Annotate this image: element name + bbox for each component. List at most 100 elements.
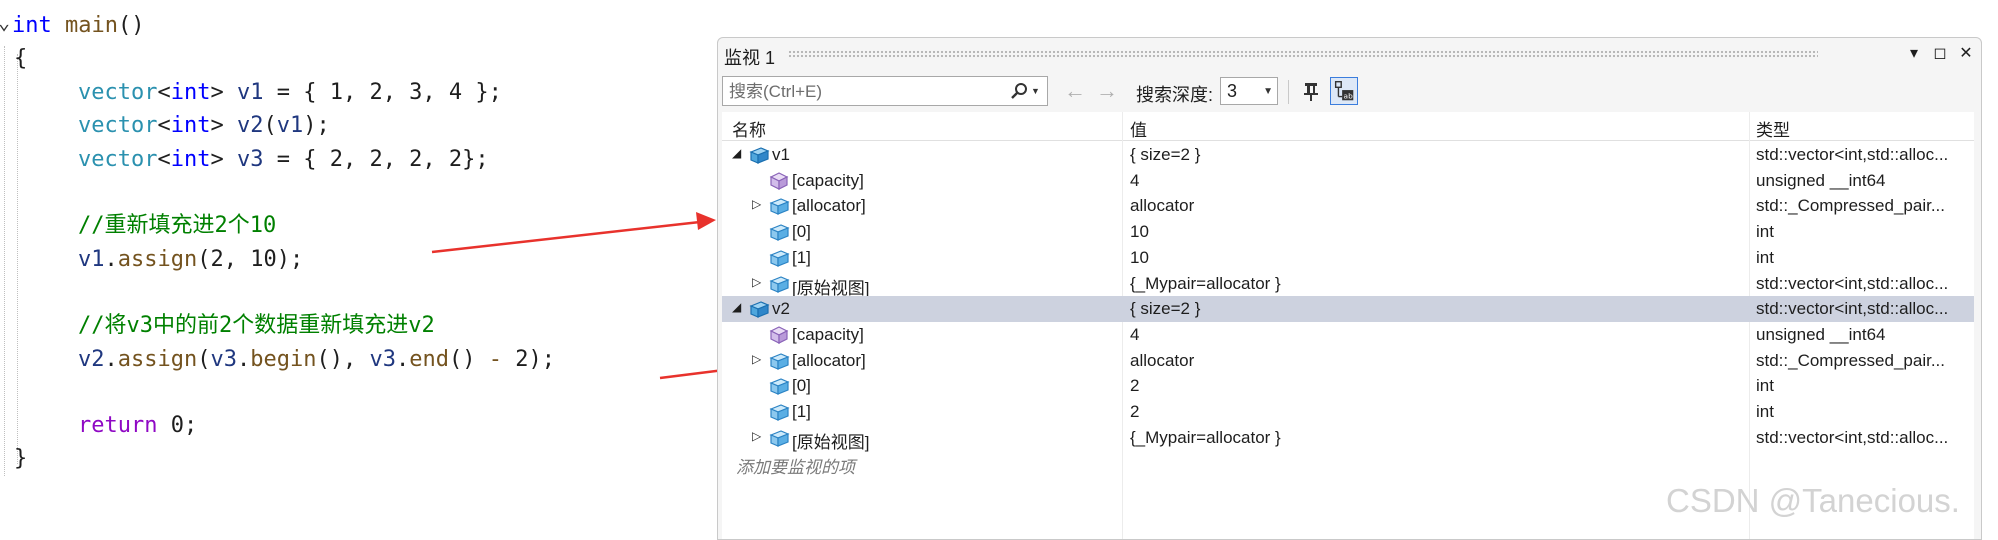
hex-display-toggle-icon[interactable]: ab [1330,77,1358,105]
collapse-toggle-icon[interactable]: ⌄ [0,10,10,34]
watch-cell-value[interactable]: 2 [1130,402,1139,422]
code-line-12[interactable]: } [14,442,27,475]
code-line-9[interactable]: v2.assign(v3.begin(), v3.end() - 2); [78,343,555,376]
comment-token: 2 [214,213,228,238]
watch-titlebar[interactable]: 监视 1 ▾ ◻ ✕ [718,38,1981,70]
variable-token: v1 [236,80,264,105]
comment-token: v3 [126,313,154,338]
code-line-5[interactable]: vector<int> v3 = { 2, 2, 2, 2}; [78,143,489,176]
punct-token: { [14,46,28,71]
watch-row[interactable]: ◢ v2 { size=2 } std::vector<int,std::alloc.… [722,296,1974,323]
function-token: assign [117,347,198,372]
watch-cell-value[interactable]: 10 [1130,222,1149,242]
search-previous-icon[interactable]: ← [1064,78,1086,104]
watch-cell-value[interactable]: 4 [1130,325,1139,345]
comment-token: v2 [408,313,435,338]
search-box[interactable]: ▼ [722,76,1048,107]
watch-row[interactable]: ▷ [原始视图] {_Mypair=allocator } std::vector<i… [722,425,1974,452]
code-line-11[interactable]: return 0; [78,409,197,442]
watch-row[interactable]: ▷ [allocator] allocator std::_Compressed_pa… [722,348,1974,374]
pin-icon[interactable] [1298,77,1326,105]
column-header-name[interactable]: 名称 [732,116,766,141]
code-line-1[interactable]: int main() [12,9,144,42]
column-header-value[interactable]: 值 [1130,116,1147,141]
watch-row[interactable]: [1] 2 int [722,399,1974,425]
expand-arrow-collapsed-icon[interactable]: ▷ [752,197,761,211]
type-token: vector [78,80,158,105]
punct-token: ); [303,113,330,138]
code-line-2[interactable]: { [14,42,27,75]
watch-cell-name: [capacity] [792,324,864,344]
watch-cell-value[interactable]: 2 [1130,376,1139,396]
search-depth-select[interactable]: 3 ▼ [1220,77,1278,105]
code-text: (2, 10); [197,247,304,272]
expand-arrow-expanded-icon[interactable]: ◢ [732,300,741,314]
watch-row[interactable]: ▷ [原始视图] {_Mypair=allocator } std::vector<i… [722,271,1974,298]
watch-cell-name: [原始视图] [792,432,870,452]
expand-arrow-collapsed-icon[interactable]: ▷ [752,352,761,366]
search-options-chevron-icon[interactable]: ▼ [1031,86,1040,96]
code-line-7[interactable]: v1.assign(2, 10); [78,243,303,276]
watch-row[interactable]: [0] 2 int [722,373,1974,399]
watch-cell-value[interactable]: allocator [1130,351,1194,371]
watch-row[interactable]: [1] 10 int [722,245,1974,271]
indent-guide [17,54,18,464]
watch-cell-value[interactable]: {_Mypair=allocator } [1130,428,1281,448]
watch-cell-name: [allocator] [792,350,866,370]
watch-cell-value[interactable]: {_Mypair=allocator } [1130,274,1281,294]
drag-grip[interactable] [788,50,1818,58]
search-input[interactable] [723,77,1001,107]
watch-cell-value[interactable]: 4 [1130,171,1139,191]
watch-cell-type: std::_Compressed_pair... [1756,196,1945,216]
code-text: 2); [501,347,555,372]
add-watch-row[interactable]: 添加要监视的项 [722,450,1974,478]
variable-token: v2 [236,113,264,138]
code-line-4[interactable]: vector<int> v2(v1); [78,109,330,142]
grid-header: 名称 值 类型 [722,112,1974,141]
watch-cell-value[interactable]: { size=2 } [1130,299,1200,319]
chevron-down-icon: ▼ [1263,86,1273,97]
watch-window[interactable]: 监视 1 ▾ ◻ ✕ ▼ ← → 搜索深度: 3 ▼ [717,37,1982,540]
code-line-3[interactable]: vector<int> v1 = { 1, 2, 3, 4 }; [78,76,502,109]
watch-cell-name: [1] [792,402,811,421]
watch-cell-type: int [1756,222,1774,242]
watch-cell-value[interactable]: { size=2 } [1130,145,1200,165]
code-text: = { 2, 2, 2, 2}; [263,147,489,172]
column-header-type[interactable]: 类型 [1756,116,1790,141]
watch-grid[interactable]: 名称 值 类型 ◢ v1{ size=2 } std::vector<int,std… [722,112,1974,539]
keyword-token: int [170,113,211,138]
expand-arrow-collapsed-icon[interactable]: ▷ [752,275,761,289]
watch-cell-name: v2 [772,299,790,319]
watch-cell-value[interactable]: 10 [1130,248,1149,268]
punct-token: . [104,347,118,372]
watch-cell-value[interactable]: allocator [1130,196,1194,216]
watch-toolbar: ▼ ← → 搜索深度: 3 ▼ ab [718,74,1981,110]
expand-arrow-collapsed-icon[interactable]: ▷ [752,429,761,443]
watch-title: 监视 1 [724,48,776,68]
watch-row[interactable]: [capacity] 4 unsigned __int64 [722,168,1974,194]
search-icon[interactable] [1009,82,1029,102]
code-editor[interactable]: ⌄ int main() { vector<int> v1 = { 1, 2, … [0,0,715,538]
add-watch-item-placeholder[interactable]: 添加要监视的项 [736,453,855,478]
watch-row[interactable]: [capacity] 4 unsigned __int64 [722,322,1974,348]
field-icon [768,196,790,216]
watch-cell-name: [1] [792,247,811,267]
comment-line-2[interactable]: //将v3中的前2个数据重新填充进v2 [78,309,435,342]
field-icon [768,402,790,422]
watch-row[interactable]: ◢ v1 { size=2 } std::vector<int,std::alloc.… [722,142,1974,168]
comment-line-1[interactable]: //重新填充进2个10 [78,209,276,242]
expand-arrow-expanded-icon[interactable]: ◢ [732,146,741,160]
variable-token: v1 [78,247,105,272]
comment-token: 中的前 [153,313,220,338]
maximize-icon[interactable]: ◻ [1928,42,1952,66]
watch-row[interactable]: [0] 10 int [722,219,1974,245]
watch-cell-name: [0] [792,222,811,242]
object-icon [748,145,770,165]
search-next-icon[interactable]: → [1096,78,1118,104]
close-icon[interactable]: ✕ [1954,42,1978,66]
toolbar-separator [1288,80,1289,104]
dropdown-icon[interactable]: ▾ [1902,42,1926,66]
function-token: main [65,13,118,38]
watch-row[interactable]: ▷ [allocator] allocator std::_Compressed_pa… [722,193,1974,219]
watch-cell-name: v1 [772,145,790,164]
